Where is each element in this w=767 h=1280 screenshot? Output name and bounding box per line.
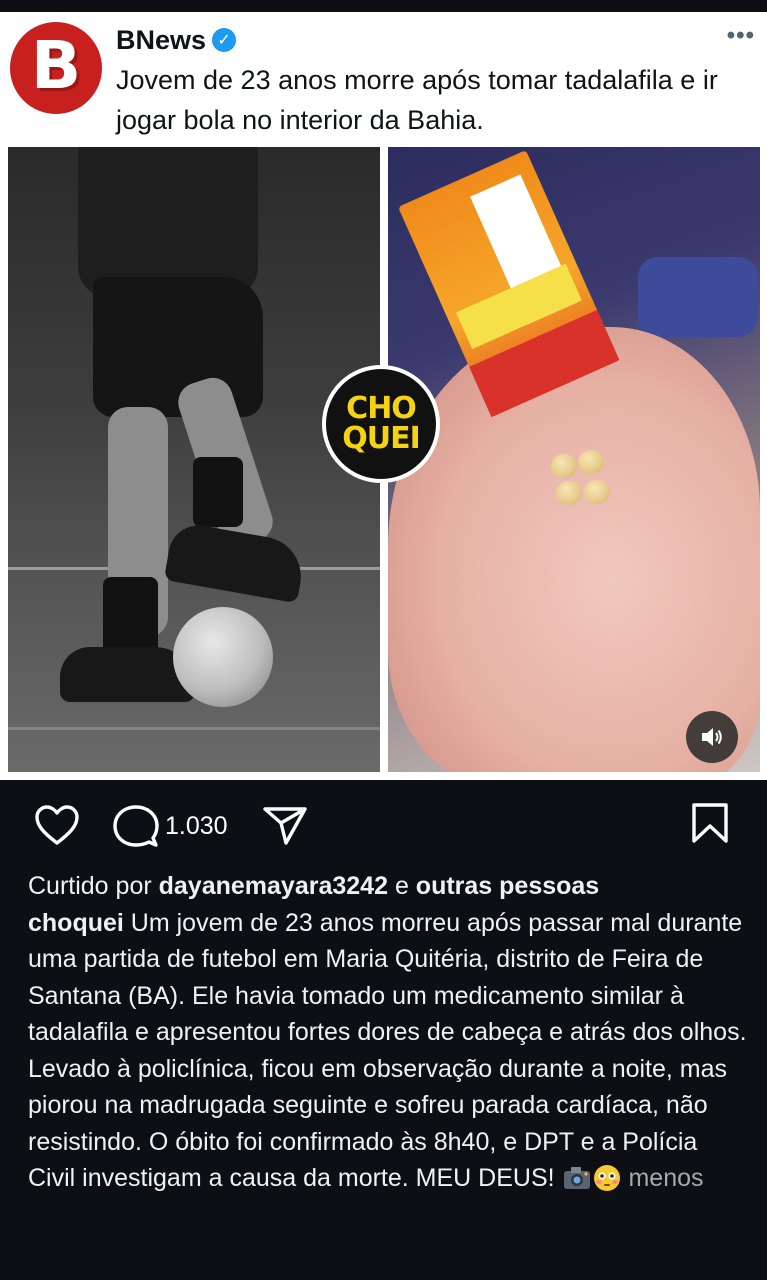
logo-letter: B xyxy=(30,27,82,104)
comment-count: 1.030 xyxy=(165,811,228,840)
court-line xyxy=(8,727,380,730)
bnews-logo[interactable]: B xyxy=(10,22,102,114)
bookmark-icon xyxy=(692,803,728,843)
less-link[interactable]: menos xyxy=(628,1164,703,1192)
caption-body: Um jovem de 23 anos morreu após passar m… xyxy=(28,908,747,1193)
share-button[interactable] xyxy=(262,806,308,846)
heart-icon xyxy=(35,805,79,845)
open-hand xyxy=(388,327,760,772)
pill xyxy=(556,481,582,505)
embedded-post-card[interactable]: B BNews ✓ ••• Jovem de 23 anos morre apó… xyxy=(0,12,767,780)
player-sock xyxy=(103,577,158,657)
like-button[interactable] xyxy=(34,804,80,846)
pill xyxy=(551,454,577,478)
flushed-face-emoji-icon xyxy=(593,1165,620,1191)
liked-by-user[interactable]: dayanemayara3242 xyxy=(159,872,388,900)
embedded-post-text: Jovem de 23 anos morre após tomar tadala… xyxy=(116,65,718,135)
comment-button[interactable]: 1.030 xyxy=(113,804,228,848)
more-dots-icon[interactable]: ••• xyxy=(727,24,755,48)
player-sock xyxy=(193,457,243,527)
choquei-badge: CHO QUEI xyxy=(322,365,440,483)
speaker-icon[interactable] xyxy=(686,711,738,763)
player-shirt xyxy=(78,147,258,297)
pill xyxy=(584,480,610,504)
send-icon xyxy=(263,807,307,845)
liked-by-others[interactable]: outras pessoas xyxy=(416,872,599,900)
post-actions-bar: 1.030 xyxy=(0,780,767,870)
caption-text: choquei Um jovem de 23 anos morreu após … xyxy=(28,905,748,1197)
player-shoe xyxy=(163,520,308,604)
liked-by-line[interactable]: Curtido por dayanemayara3242 e outras pe… xyxy=(28,868,748,905)
pill xyxy=(578,450,604,474)
camera-emoji-icon xyxy=(563,1167,590,1189)
verified-check-icon: ✓ xyxy=(212,28,237,52)
caption-username[interactable]: choquei xyxy=(28,909,124,937)
hand-with-pills-photo xyxy=(388,147,760,772)
badge-line-1: CHO xyxy=(346,391,417,426)
liked-by-and: e xyxy=(394,872,409,900)
futsal-player-photo xyxy=(8,147,380,772)
futsal-ball xyxy=(173,607,273,707)
wrist-sleeve xyxy=(638,257,758,337)
liked-by-prefix: Curtido por xyxy=(28,872,152,900)
status-strip xyxy=(0,0,767,12)
post-author: BNews ✓ xyxy=(116,20,237,60)
comment-icon xyxy=(113,805,159,847)
author-name[interactable]: BNews xyxy=(116,25,206,56)
badge-line-2: QUEI xyxy=(342,421,421,456)
post-caption: Curtido por dayanemayara3242 e outras pe… xyxy=(28,868,748,1197)
save-button[interactable] xyxy=(691,802,729,844)
